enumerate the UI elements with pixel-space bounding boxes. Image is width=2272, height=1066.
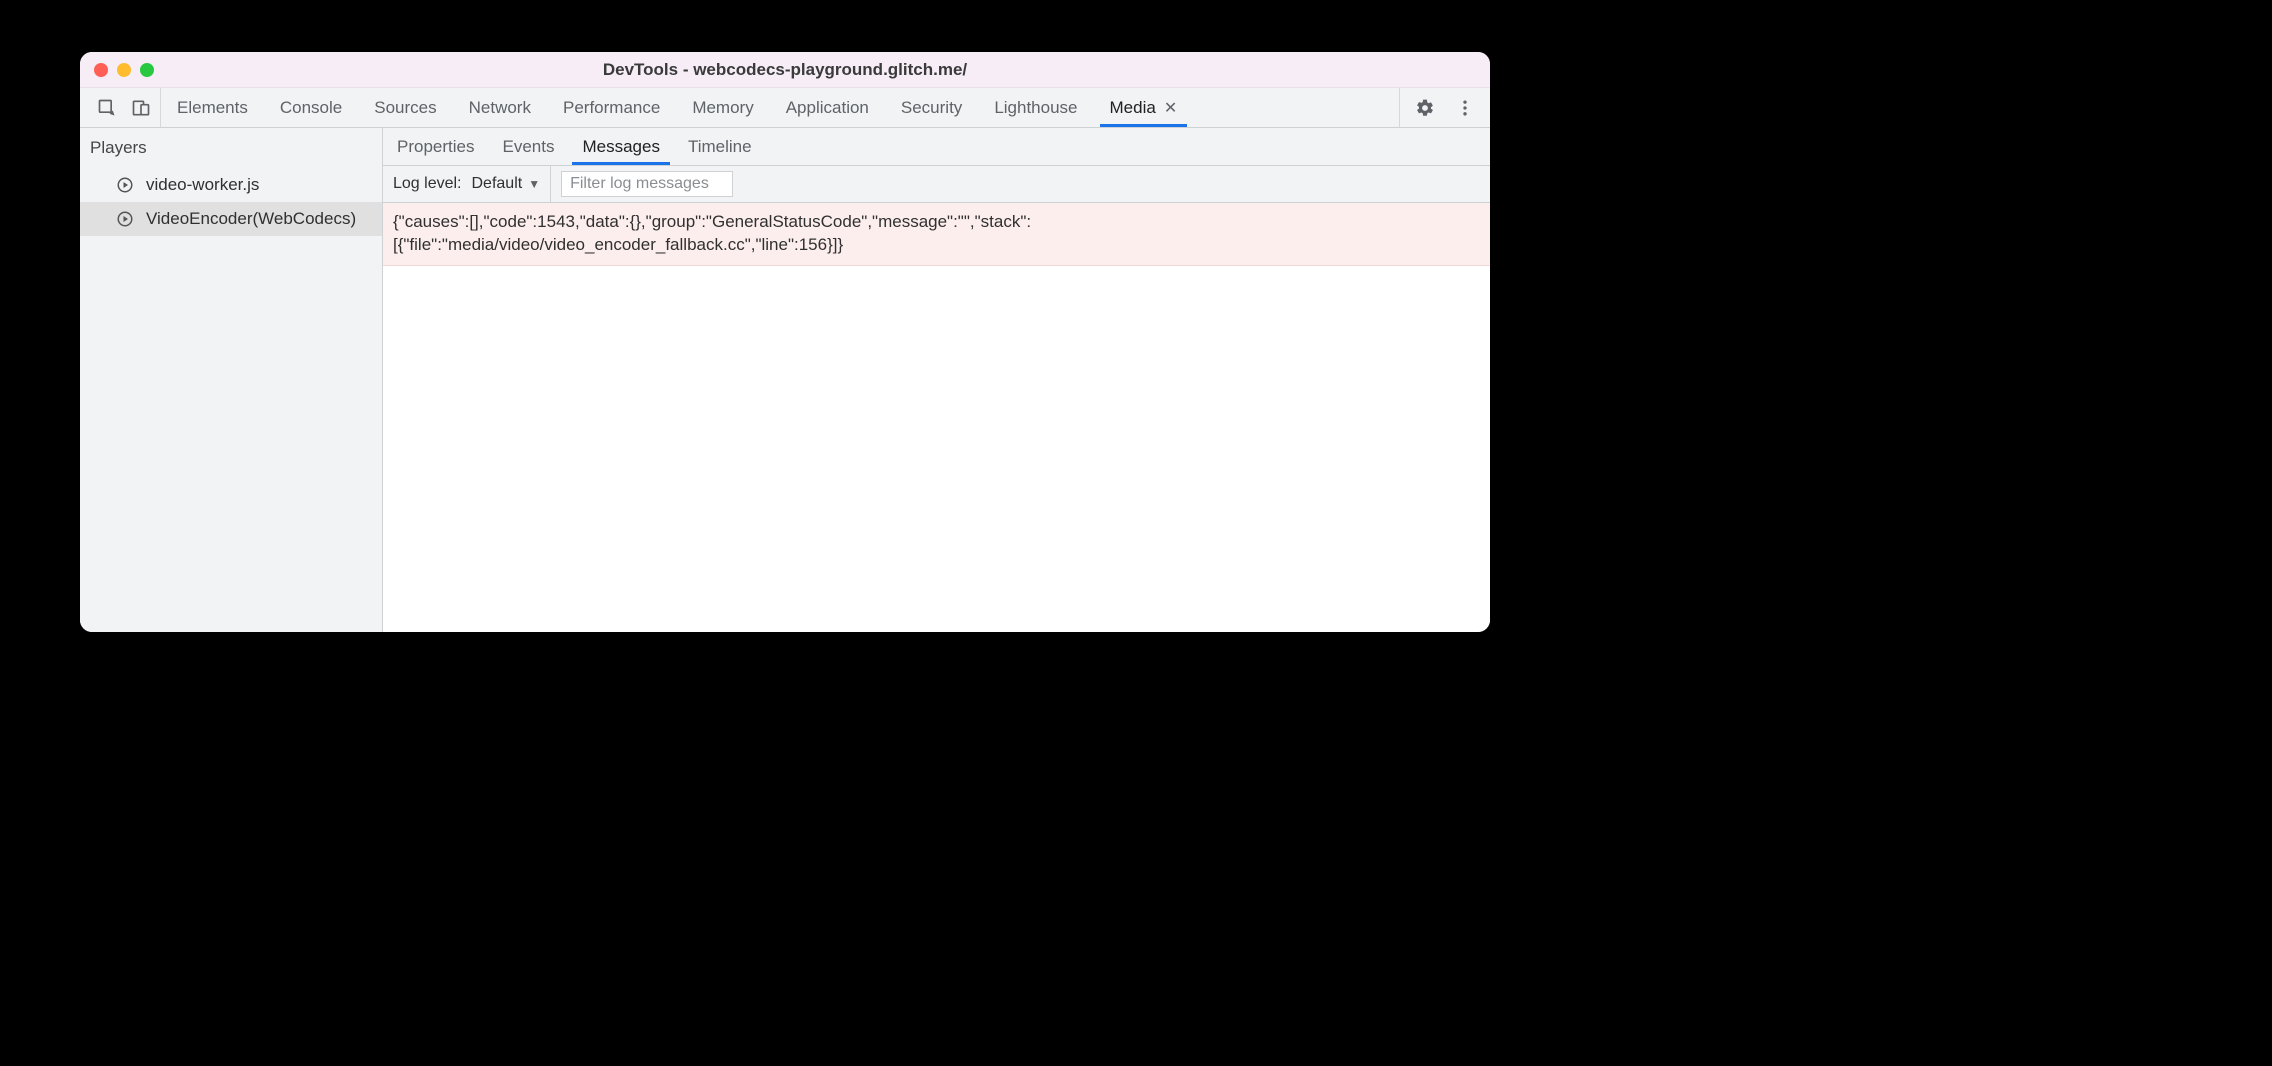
tab-label: Performance bbox=[563, 98, 660, 118]
tab-application[interactable]: Application bbox=[770, 88, 885, 127]
subtab-timeline[interactable]: Timeline bbox=[674, 128, 766, 165]
tab-performance[interactable]: Performance bbox=[547, 88, 676, 127]
tab-memory[interactable]: Memory bbox=[676, 88, 769, 127]
player-item[interactable]: VideoEncoder(WebCodecs) bbox=[80, 202, 382, 236]
media-main: Properties Events Messages Timeline Log lev… bbox=[383, 128, 1490, 632]
subtab-messages[interactable]: Messages bbox=[568, 128, 673, 165]
inspect-element-icon[interactable] bbox=[96, 97, 118, 119]
tab-label: Application bbox=[786, 98, 869, 118]
settings-icon[interactable] bbox=[1414, 97, 1436, 119]
tab-console[interactable]: Console bbox=[264, 88, 358, 127]
players-sidebar: Players video-worker.js VideoEncoder(WebC… bbox=[80, 128, 383, 632]
tab-label: Memory bbox=[692, 98, 753, 118]
close-icon[interactable]: ✕ bbox=[1164, 98, 1177, 118]
main-tabstrip: Elements Console Sources Network Performance… bbox=[80, 88, 1490, 128]
tab-label: Lighthouse bbox=[994, 98, 1077, 118]
tab-media[interactable]: Media ✕ bbox=[1094, 88, 1194, 127]
zoom-window-button[interactable] bbox=[140, 63, 154, 77]
subtab-label: Timeline bbox=[688, 137, 752, 157]
tab-security[interactable]: Security bbox=[885, 88, 978, 127]
players-heading: Players bbox=[80, 128, 382, 168]
messages-panel: {"causes":[],"code":1543,"data":{},"grou… bbox=[383, 203, 1490, 632]
inspect-tools bbox=[80, 88, 161, 127]
more-options-icon[interactable] bbox=[1454, 97, 1476, 119]
message-row[interactable]: {"causes":[],"code":1543,"data":{},"grou… bbox=[383, 203, 1490, 266]
subtab-label: Properties bbox=[397, 137, 474, 157]
subtab-label: Messages bbox=[582, 137, 659, 157]
device-toolbar-icon[interactable] bbox=[130, 97, 152, 119]
tab-label: Security bbox=[901, 98, 962, 118]
tabstrip-right-tools bbox=[1399, 88, 1490, 127]
play-icon bbox=[116, 176, 134, 194]
log-level-select[interactable]: Default ▼ bbox=[472, 166, 552, 202]
window-title: DevTools - webcodecs-playground.glitch.m… bbox=[80, 60, 1490, 80]
play-icon bbox=[116, 210, 134, 228]
tab-elements[interactable]: Elements bbox=[161, 88, 264, 127]
tab-label: Media bbox=[1110, 98, 1156, 118]
tabstrip-spacer bbox=[1193, 88, 1399, 127]
tab-label: Network bbox=[469, 98, 531, 118]
chevron-down-icon: ▼ bbox=[528, 177, 540, 191]
media-subtabs: Properties Events Messages Timeline bbox=[383, 128, 1490, 166]
close-window-button[interactable] bbox=[94, 63, 108, 77]
player-label: video-worker.js bbox=[146, 175, 259, 195]
tab-lighthouse[interactable]: Lighthouse bbox=[978, 88, 1093, 127]
filter-log-input[interactable] bbox=[561, 171, 733, 197]
subtab-properties[interactable]: Properties bbox=[383, 128, 488, 165]
tab-sources[interactable]: Sources bbox=[358, 88, 452, 127]
player-item[interactable]: video-worker.js bbox=[80, 168, 382, 202]
player-label: VideoEncoder(WebCodecs) bbox=[146, 209, 356, 229]
main-tabs: Elements Console Sources Network Performance… bbox=[161, 88, 1193, 127]
titlebar: DevTools - webcodecs-playground.glitch.m… bbox=[80, 52, 1490, 88]
messages-filterbar: Log level: Default ▼ bbox=[383, 166, 1490, 203]
tab-label: Elements bbox=[177, 98, 248, 118]
subtab-events[interactable]: Events bbox=[488, 128, 568, 165]
players-list: video-worker.js VideoEncoder(WebCodecs) bbox=[80, 168, 382, 236]
window-controls bbox=[94, 63, 154, 77]
subtab-label: Events bbox=[502, 137, 554, 157]
log-level-label: Log level: bbox=[393, 175, 462, 193]
log-level-value: Default bbox=[472, 175, 523, 193]
tab-label: Console bbox=[280, 98, 342, 118]
tab-label: Sources bbox=[374, 98, 436, 118]
body-split: Players video-worker.js VideoEncoder(WebC… bbox=[80, 128, 1490, 632]
tab-network[interactable]: Network bbox=[453, 88, 547, 127]
minimize-window-button[interactable] bbox=[117, 63, 131, 77]
devtools-window: DevTools - webcodecs-playground.glitch.m… bbox=[80, 52, 1490, 632]
